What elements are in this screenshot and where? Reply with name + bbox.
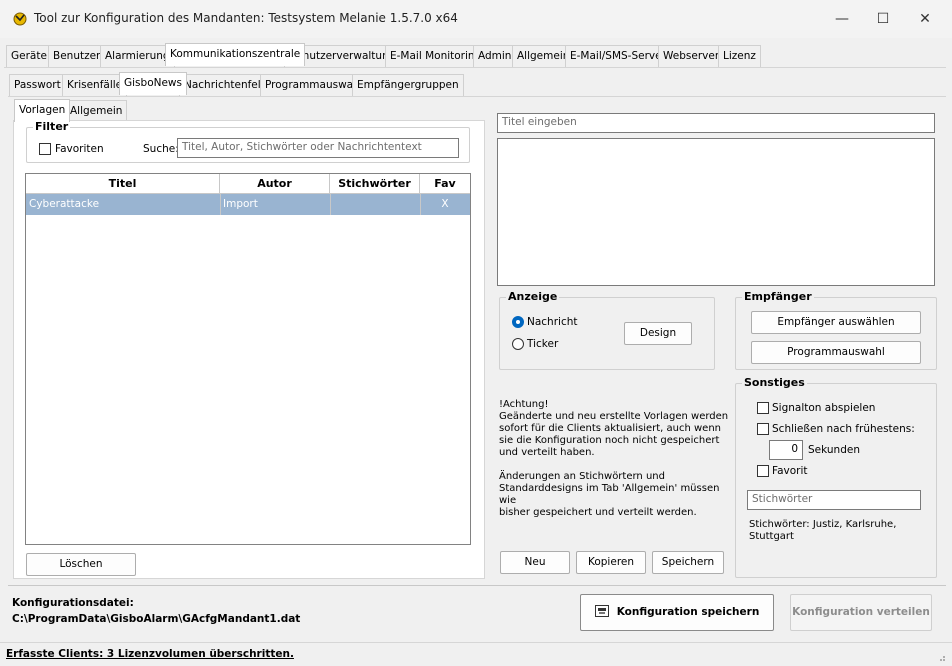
warning-text: !Achtung! Geänderte und neu erstellte Vo… <box>499 399 729 458</box>
design-button[interactable]: Design <box>624 322 692 345</box>
save-template-button[interactable]: Speichern <box>652 551 724 574</box>
anzeige-title: Anzeige <box>506 290 560 303</box>
save-config-label: Konfiguration speichern <box>616 606 760 618</box>
cell-fav: X <box>441 198 449 210</box>
tab-empfaengergruppen[interactable]: Empfängergruppen <box>352 74 464 96</box>
minimize-button[interactable]: — <box>827 6 857 32</box>
bottom-divider <box>8 585 946 586</box>
inner-tab-bar: Vorlagen Allgemein <box>0 99 200 122</box>
col-sep <box>330 194 331 215</box>
tab-geraete[interactable]: Geräte <box>6 45 52 67</box>
col-sep <box>220 194 221 215</box>
status-text[interactable]: Erfasste Clients: 3 Lizenzvolumen übersc… <box>6 648 294 660</box>
cell-stichwoerter <box>330 194 420 215</box>
radio-nachricht[interactable] <box>512 316 524 328</box>
tab-passwort[interactable]: Passwort <box>9 74 66 96</box>
close-button[interactable]: ✕ <box>910 6 940 32</box>
col-sep <box>420 194 421 215</box>
tab-allgemein-inner[interactable]: Allgemein <box>65 100 128 122</box>
message-textarea[interactable] <box>497 138 935 286</box>
column-titel[interactable]: Titel <box>26 174 220 194</box>
config-label: Konfigurationsdatei: <box>12 597 134 609</box>
config-path: C:\ProgramData\GisboAlarm\GAcfgMandant1.… <box>12 613 301 625</box>
window-title: Tool zur Konfiguration des Mandanten: Te… <box>34 11 458 25</box>
tab-email-monitoring[interactable]: E-Mail Monitoring <box>385 45 487 67</box>
copy-button[interactable]: Kopieren <box>576 551 646 574</box>
tab-kommunikationszentrale[interactable]: Kommunikationszentrale <box>165 43 306 66</box>
delete-button[interactable]: Löschen <box>26 553 136 576</box>
maximize-button[interactable]: ☐ <box>868 6 898 32</box>
close-after-checkbox[interactable] <box>757 423 769 435</box>
main-tab-divider <box>4 67 946 68</box>
search-label: Suche: <box>143 143 179 155</box>
favorit-label: Favorit <box>772 465 808 477</box>
keywords-text: Stichwörter: Justiz, Karlsruhe, Stuttgar… <box>749 519 897 542</box>
title-input[interactable]: Titel eingeben <box>497 113 935 133</box>
tab-admin[interactable]: Admin <box>473 45 517 67</box>
cell-titel: Cyberattacke <box>29 198 100 210</box>
cell-autor: Import <box>223 198 258 210</box>
tab-email-sms-server[interactable]: E-Mail/SMS-Server <box>565 45 671 67</box>
sub-tab-divider <box>8 96 946 97</box>
empfaenger-title: Empfänger <box>742 290 814 303</box>
seconds-input[interactable]: 0 <box>769 440 803 460</box>
new-button[interactable]: Neu <box>500 551 570 574</box>
save-config-button[interactable]: Konfiguration speichern <box>580 594 774 631</box>
tab-krisenfaelle[interactable]: Krisenfälle <box>62 74 128 96</box>
program-selection-button[interactable]: Programmauswahl <box>751 341 921 364</box>
table-header: Titel Autor Stichwörter Fav <box>26 174 470 194</box>
tab-gisbonews[interactable]: GisboNews <box>119 72 187 95</box>
tab-nachrichtenfeld[interactable]: Nachrichtenfeld <box>179 74 273 96</box>
close-after-label: Schließen nach frühestens: <box>772 423 915 435</box>
select-recipients-button[interactable]: Empfänger auswählen <box>751 311 921 334</box>
seconds-label: Sekunden <box>808 444 860 456</box>
resize-grip-icon[interactable] <box>936 652 946 662</box>
favorites-label: Favoriten <box>55 143 104 155</box>
table-row[interactable]: Cyberattacke Import X <box>26 194 470 215</box>
sonstiges-title: Sonstiges <box>742 376 807 389</box>
app-icon <box>12 11 28 27</box>
label-ticker: Ticker <box>527 338 559 350</box>
search-input[interactable]: Titel, Autor, Stichwörter oder Nachricht… <box>177 138 459 158</box>
column-fav[interactable]: Fav <box>420 174 470 194</box>
signalton-label: Signalton abspielen <box>772 402 876 414</box>
tab-vorlagen[interactable]: Vorlagen <box>14 99 71 122</box>
warning-text-2: Änderungen an Stichwörtern und Standardd… <box>499 471 720 518</box>
sub-tab-bar: Passwort Krisenfälle GisboNews Nachricht… <box>0 72 952 96</box>
label-nachricht: Nachricht <box>527 316 578 328</box>
distribute-config-button[interactable]: Konfiguration verteilen <box>790 594 932 631</box>
tab-alarmierung[interactable]: Alarmierung <box>100 45 175 67</box>
keywords-input[interactable]: Stichwörter <box>747 490 921 510</box>
tab-benutzer[interactable]: Benutzer <box>48 45 106 67</box>
column-stichwoerter[interactable]: Stichwörter <box>330 174 420 194</box>
main-tab-bar: Geräte Benutzer Alarmierung Kommunikatio… <box>0 43 952 67</box>
templates-table: Titel Autor Stichwörter Fav Cyberattacke… <box>25 173 471 545</box>
signalton-checkbox[interactable] <box>757 402 769 414</box>
favorites-checkbox[interactable] <box>39 143 51 155</box>
tab-webserver[interactable]: Webserver <box>658 45 725 67</box>
column-autor[interactable]: Autor <box>220 174 330 194</box>
tab-lizenz[interactable]: Lizenz <box>718 45 761 67</box>
radio-ticker[interactable] <box>512 338 524 350</box>
save-config-icon <box>594 605 609 617</box>
favorit-checkbox[interactable] <box>757 465 769 477</box>
